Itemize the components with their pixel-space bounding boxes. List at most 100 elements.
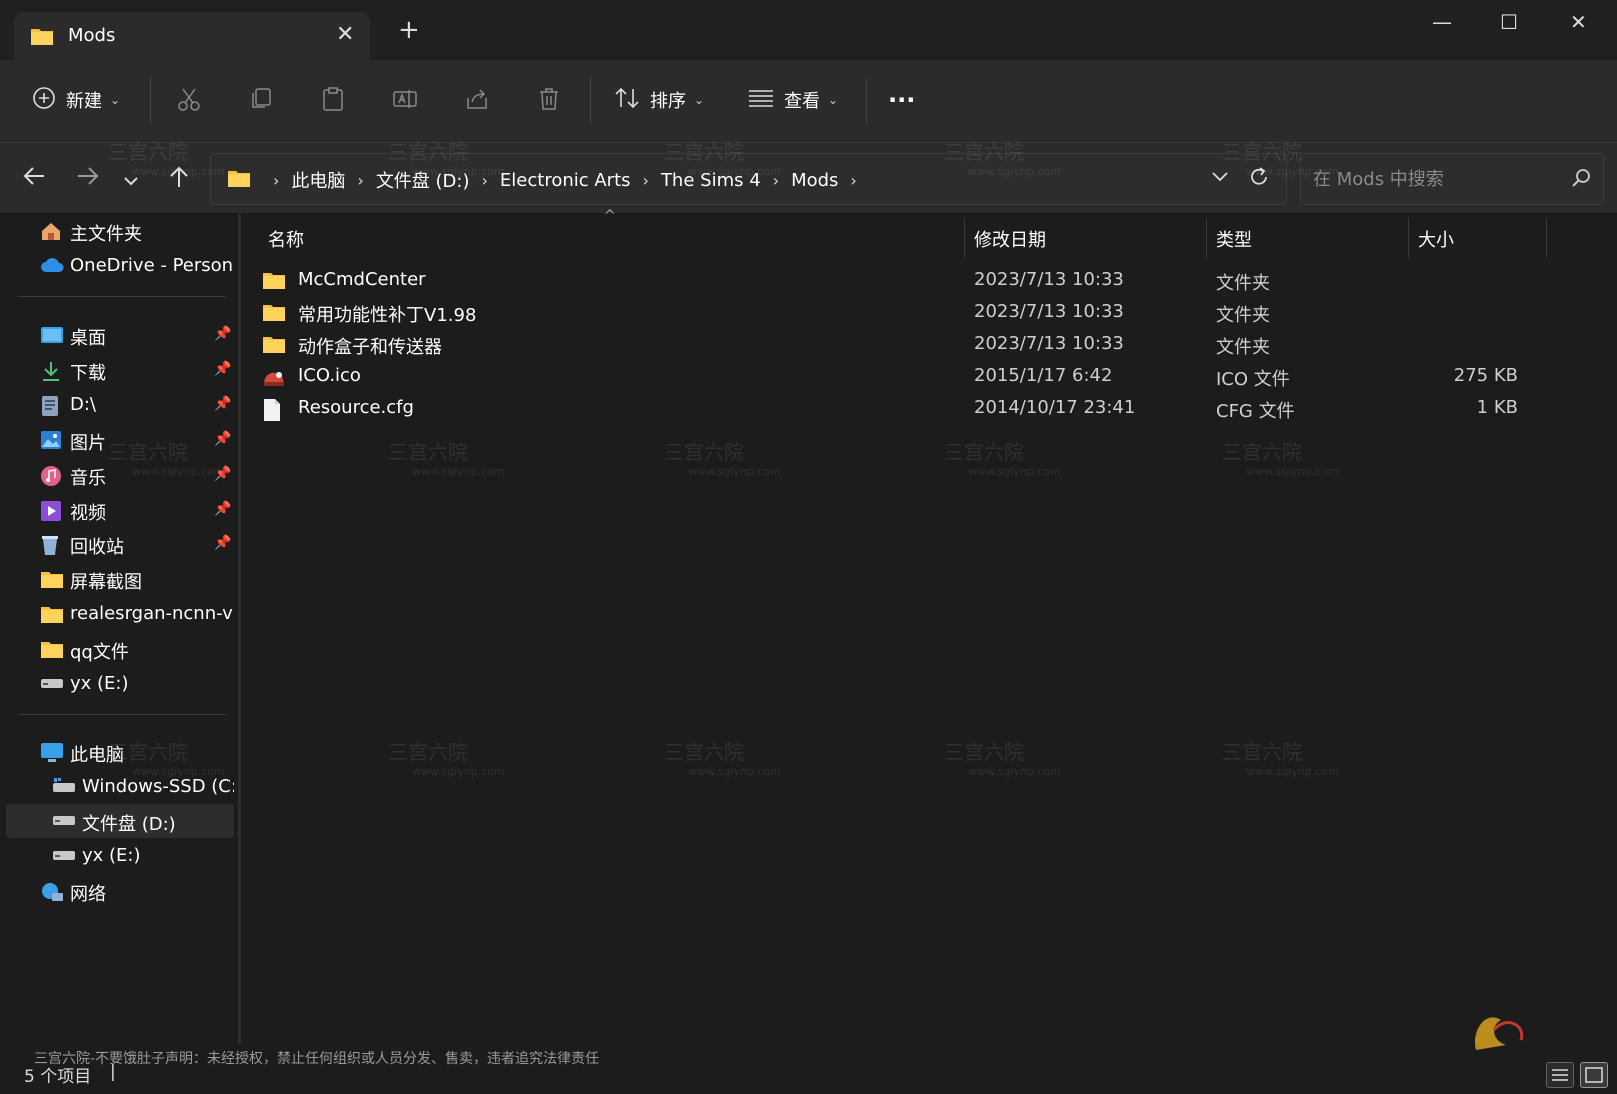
music-icon: [40, 465, 62, 486]
column-divider[interactable]: [1408, 218, 1409, 258]
sidebar-item-yx-e[interactable]: yx (E:): [6, 839, 234, 873]
crumb-mods[interactable]: Mods: [791, 170, 838, 191]
sort-button[interactable]: 排序 ⌄: [614, 82, 704, 118]
pin-icon[interactable]: 📌: [214, 431, 231, 447]
toolbar-divider: [590, 78, 591, 124]
sidebar-item-downloads[interactable]: 下载 📌: [6, 353, 234, 387]
new-tab-button[interactable]: +: [398, 17, 420, 43]
sidebar-divider: [18, 296, 226, 297]
minimize-button[interactable]: —: [1432, 10, 1452, 34]
close-tab-icon[interactable]: ✕: [336, 22, 354, 47]
sidebar-item-label: 桌面: [70, 328, 106, 349]
sidebar-item-network[interactable]: 网络: [6, 874, 234, 908]
chevron-right-icon[interactable]: ›: [643, 171, 649, 190]
sidebar-item-windows-ssd[interactable]: Windows-SSD (C:): [6, 770, 234, 804]
address-bar[interactable]: › 此电脑 › 文件盘 (D:) › Electronic Arts › The…: [210, 153, 1287, 205]
view-label: 查看: [784, 91, 820, 112]
sidebar-item-desktop[interactable]: 桌面 📌: [6, 318, 234, 352]
close-window-button[interactable]: ✕: [1570, 10, 1587, 34]
video-icon: [40, 500, 62, 521]
sidebar-scrollbar[interactable]: [238, 214, 241, 1044]
share-icon[interactable]: [464, 86, 490, 116]
column-header-date[interactable]: 修改日期: [974, 226, 1046, 252]
pin-icon[interactable]: 📌: [214, 396, 231, 412]
column-header-type[interactable]: 类型: [1216, 226, 1252, 252]
sidebar-item-file-disk-d[interactable]: 文件盘 (D:): [6, 804, 234, 838]
new-button[interactable]: 新建 ⌄: [32, 82, 120, 118]
file-date: 2023/7/13 10:33: [974, 269, 1124, 290]
delete-icon[interactable]: [536, 86, 562, 116]
sidebar-item-qq-files[interactable]: qq文件: [6, 632, 234, 666]
column-divider[interactable]: [964, 218, 965, 258]
sort-label: 排序: [650, 91, 686, 112]
address-dropdown-icon[interactable]: [1210, 166, 1230, 190]
crumb-the-sims-4[interactable]: The Sims 4: [661, 170, 761, 191]
column-divider[interactable]: [1206, 218, 1207, 258]
sidebar-item-onedrive[interactable]: OneDrive - Persona: [6, 249, 234, 283]
file-type: 文件夹: [1216, 305, 1270, 326]
column-header-name[interactable]: 名称: [268, 226, 304, 252]
chevron-right-icon[interactable]: ›: [482, 171, 488, 190]
sidebar-item-realesrgan[interactable]: realesrgan-ncnn-vu: [6, 597, 234, 631]
column-divider[interactable]: [1546, 218, 1547, 258]
file-name: McCmdCenter: [298, 269, 426, 290]
sidebar-item-home[interactable]: 主文件夹: [6, 214, 234, 248]
file-name: Resource.cfg: [298, 397, 414, 418]
large-icons-view-icon[interactable]: [1580, 1062, 1608, 1088]
pin-icon[interactable]: 📌: [214, 535, 231, 551]
crumb-drive-d[interactable]: 文件盘 (D:): [376, 167, 470, 193]
table-row[interactable]: ICO.ico 2015/1/17 6:42 ICO 文件 275 KB: [252, 362, 1542, 392]
crumb-electronic-arts[interactable]: Electronic Arts: [500, 170, 631, 191]
table-row[interactable]: 动作盒子和传送器 2023/7/13 10:33 文件夹: [252, 330, 1542, 360]
search-box[interactable]: [1300, 153, 1604, 205]
table-row[interactable]: McCmdCenter 2023/7/13 10:33 文件夹: [252, 266, 1542, 296]
search-input[interactable]: [1311, 164, 1555, 194]
up-arrow-icon[interactable]: [168, 165, 190, 195]
refresh-icon[interactable]: [1248, 166, 1270, 192]
drive-icon: [52, 846, 75, 866]
chevron-right-icon[interactable]: ›: [357, 171, 363, 190]
file-type: 文件夹: [1216, 273, 1270, 294]
sidebar-divider: [18, 714, 226, 715]
sidebar-item-yx-e-quick[interactable]: yx (E:): [6, 667, 234, 701]
maximize-button[interactable]: ☐: [1500, 10, 1518, 34]
view-button[interactable]: 查看 ⌄: [748, 82, 838, 118]
more-options-button[interactable]: ···: [888, 82, 915, 118]
sidebar-item-recycle-bin[interactable]: 回收站 📌: [6, 527, 234, 561]
navigation-row: › 此电脑 › 文件盘 (D:) › Electronic Arts › The…: [0, 143, 1617, 213]
sidebar-item-label: OneDrive - Persona: [70, 255, 234, 276]
drive-icon: [52, 811, 75, 831]
details-view-icon[interactable]: [1546, 1062, 1574, 1088]
copy-icon[interactable]: [248, 86, 274, 116]
search-icon[interactable]: [1571, 168, 1591, 192]
sidebar-item-videos[interactable]: 视频 📌: [6, 493, 234, 527]
list-view-icon: [748, 88, 774, 113]
chevron-right-icon[interactable]: ›: [773, 171, 779, 190]
file-size: 275 KB: [1453, 365, 1518, 386]
tab-title: Mods: [68, 25, 116, 46]
paste-icon[interactable]: [320, 86, 346, 116]
sidebar-item-screenshots[interactable]: 屏幕截图: [6, 562, 234, 596]
cut-icon[interactable]: [176, 86, 202, 116]
table-row[interactable]: Resource.cfg 2014/10/17 23:41 CFG 文件 1 K…: [252, 394, 1542, 424]
tab-mods[interactable]: Mods ✕: [14, 12, 370, 60]
forward-arrow-icon[interactable]: [76, 165, 100, 193]
rename-icon[interactable]: [392, 86, 418, 116]
pin-icon[interactable]: 📌: [214, 361, 231, 377]
sidebar-item-pictures[interactable]: 图片 📌: [6, 423, 234, 457]
pin-icon[interactable]: 📌: [214, 501, 231, 517]
table-row[interactable]: 常用功能性补丁V1.98 2023/7/13 10:33 文件夹: [252, 298, 1542, 328]
plus-circle-icon: [32, 86, 56, 115]
chevron-down-icon: ⌄: [828, 93, 839, 107]
pictures-icon: [40, 430, 62, 450]
pin-icon[interactable]: 📌: [214, 466, 231, 482]
column-header-size[interactable]: 大小: [1418, 226, 1454, 252]
crumb-this-pc[interactable]: 此电脑: [291, 167, 345, 193]
pin-icon[interactable]: 📌: [214, 326, 231, 342]
recent-locations-icon[interactable]: [122, 169, 140, 194]
sidebar-item-music[interactable]: 音乐 📌: [6, 458, 234, 492]
chevron-right-icon[interactable]: ›: [850, 171, 856, 190]
sidebar-item-d-drive[interactable]: D:\ 📌: [6, 388, 234, 422]
back-arrow-icon[interactable]: [22, 165, 46, 193]
sidebar-item-this-pc[interactable]: 此电脑: [6, 735, 234, 769]
